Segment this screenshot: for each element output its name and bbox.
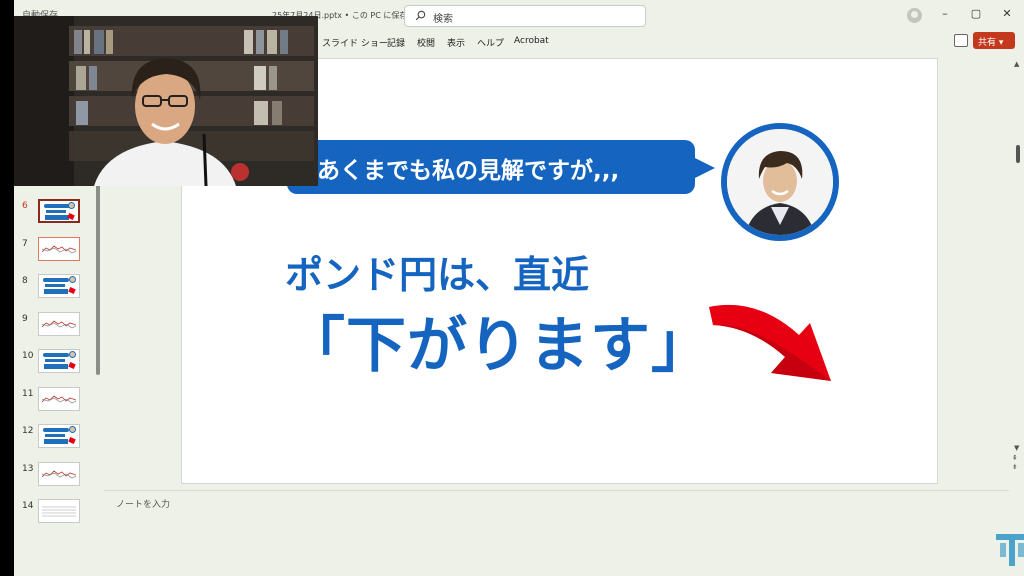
slide-thumbnail-row[interactable]: 13 <box>14 461 104 494</box>
tab-help[interactable]: ヘルプ <box>477 36 504 49</box>
slide-thumbnail[interactable] <box>38 424 80 448</box>
tab-view[interactable]: 表示 <box>447 36 465 49</box>
bubble-text: あくまでも私の見解ですが,,, <box>317 158 620 184</box>
slide-number: 8 <box>22 276 28 286</box>
scroll-down-icon[interactable]: ▼ <box>1014 444 1019 452</box>
slide-number: 6 <box>22 201 28 211</box>
restore-button[interactable]: ▢ <box>966 7 986 20</box>
slide-thumbnail[interactable] <box>38 499 80 523</box>
slide-number: 12 <box>22 426 34 436</box>
slide-thumbnail-row[interactable]: 6 <box>14 199 104 231</box>
slide-number: 14 <box>22 501 34 511</box>
slide-thumbnail[interactable] <box>38 236 80 261</box>
tab-slideshow[interactable]: スライド ショー <box>322 36 388 49</box>
search-icon <box>415 10 426 21</box>
slide-thumbnail[interactable] <box>38 311 80 336</box>
headline-line2: 「下がります」 <box>285 311 712 381</box>
slide-thumbnail-row[interactable]: 11 <box>14 386 104 419</box>
notes-pane[interactable]: ノートを入力 <box>104 490 1009 576</box>
slide-thumbnail[interactable] <box>38 349 80 373</box>
scroll-up-icon[interactable]: ▲ <box>1014 60 1019 68</box>
slide-thumbnail-row[interactable]: 12 <box>14 424 104 456</box>
tab-review[interactable]: 校閲 <box>417 36 435 49</box>
close-button[interactable]: ✕ <box>997 7 1017 20</box>
slide-thumbnail-row[interactable]: 10 <box>14 349 104 381</box>
tab-acrobat[interactable]: Acrobat <box>514 36 549 46</box>
slide-number: 13 <box>22 463 34 474</box>
minimize-button[interactable]: – <box>935 7 955 20</box>
slide-number: 11 <box>22 388 34 399</box>
search-placeholder: 検索 <box>433 14 453 25</box>
slide-number: 10 <box>22 351 34 361</box>
account-avatar-icon[interactable] <box>907 8 922 23</box>
headline-line1: ポンド円は、直近 <box>285 253 590 297</box>
zoom-controls[interactable]: ⇞ ⇟ <box>1012 454 1018 472</box>
webcam-video <box>14 16 318 186</box>
thumbnail-scrollbar[interactable] <box>96 170 100 375</box>
channel-logo-icon <box>996 534 1024 566</box>
down-arrow-icon <box>709 304 831 381</box>
speech-bubble: あくまでも私の見解ですが,,, <box>287 140 715 194</box>
slide-thumbnail-row[interactable]: 8 <box>14 274 104 306</box>
slide-thumbnail[interactable] <box>38 199 80 223</box>
search-box[interactable]: 検索 <box>404 5 646 27</box>
slide-number: 7 <box>22 238 28 249</box>
slide-scrollbar[interactable] <box>1016 145 1020 163</box>
slide-thumbnail-row[interactable]: 9 <box>14 311 104 344</box>
slide-thumbnail-row[interactable]: 14 <box>14 499 104 531</box>
slide-thumbnail[interactable] <box>38 461 80 486</box>
presenter-portrait <box>721 123 839 241</box>
share-button[interactable]: 共有 ▾ <box>973 32 1015 49</box>
tab-record[interactable]: 記録 <box>387 36 405 49</box>
comment-icon[interactable] <box>954 34 968 47</box>
portrait-illustration <box>727 129 833 235</box>
notes-placeholder: ノートを入力 <box>116 500 171 510</box>
slide-thumbnail[interactable] <box>38 274 80 298</box>
slide-thumbnail[interactable] <box>38 386 80 411</box>
webcam-overlay <box>14 16 318 186</box>
slide-thumbnail-row[interactable]: 7 <box>14 236 104 269</box>
slide-number: 9 <box>22 313 28 324</box>
